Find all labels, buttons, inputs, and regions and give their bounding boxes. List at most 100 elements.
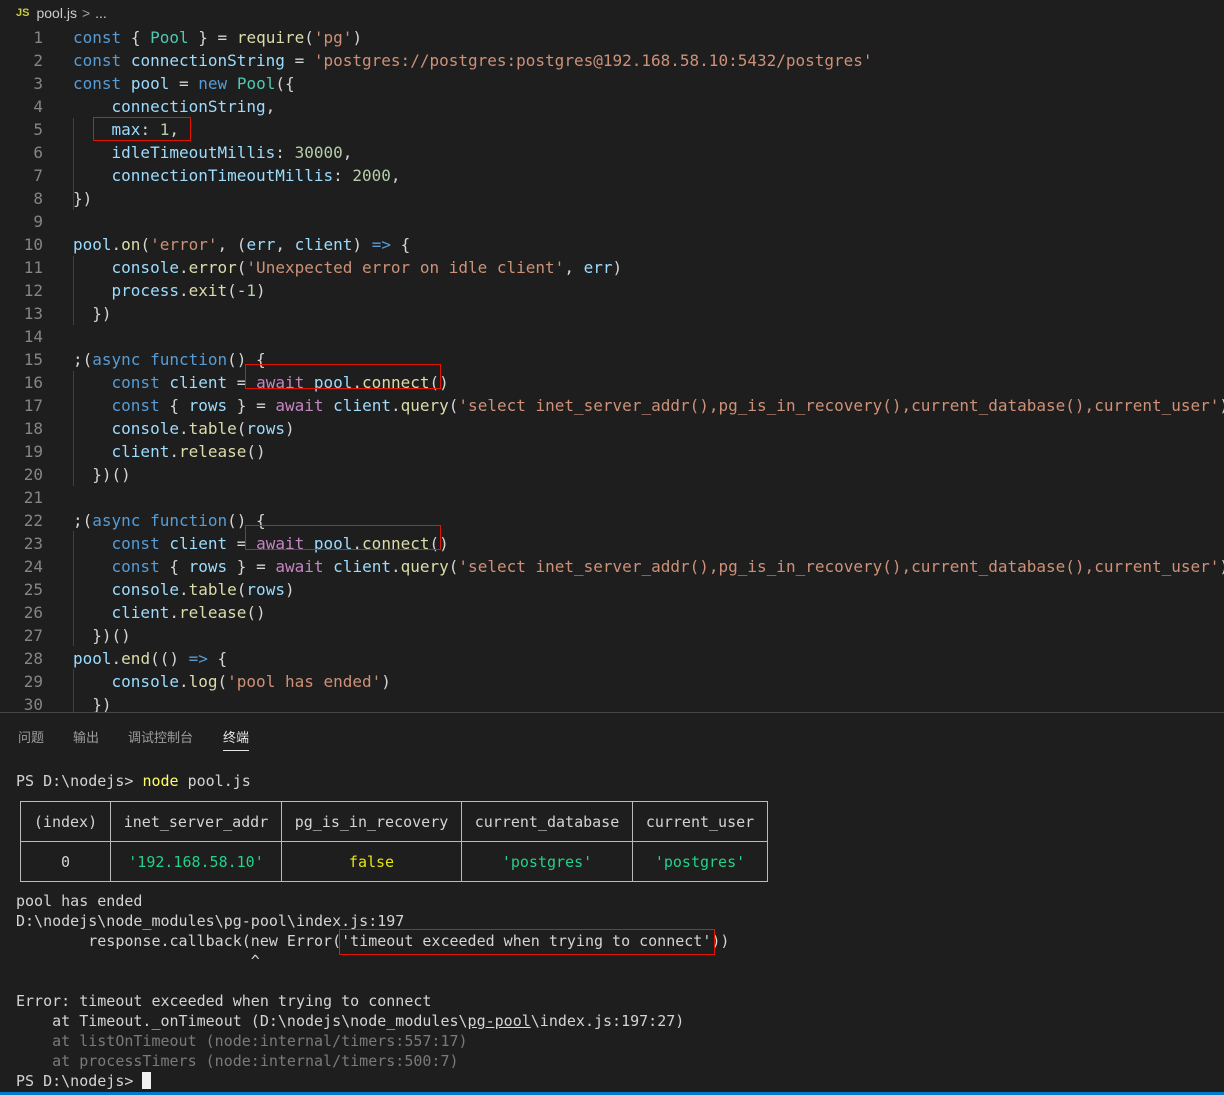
code-token: pool	[73, 235, 112, 254]
code-token: ()	[227, 350, 247, 369]
code-token: Pool	[236, 74, 276, 93]
code-token: ,	[217, 235, 228, 254]
code-token: {	[169, 396, 179, 415]
stack-link[interactable]: pg-pool	[468, 1012, 531, 1030]
code-token: 'postgres://postgres:postgres@192.168.58…	[313, 51, 873, 70]
code-token: )	[381, 672, 391, 691]
code-token: )	[256, 281, 266, 300]
breadcrumb-trail[interactable]: ...	[95, 5, 107, 21]
terminal-output-pool-ended: pool has ended	[16, 892, 143, 910]
code-token: client	[333, 396, 391, 415]
terminal-text: ))	[711, 932, 730, 950]
code-token: =	[217, 28, 228, 47]
line-number: 21	[0, 486, 1224, 509]
code-token: (	[448, 557, 459, 576]
code-token: =>	[188, 649, 208, 668]
code-line-13: })	[0, 302, 1224, 325]
table-cell: 0	[20, 841, 111, 882]
code-token: })()	[92, 465, 131, 484]
tab-terminal[interactable]: 终端	[223, 727, 250, 751]
table-header-row: (index) inet_server_addr pg_is_in_recove…	[20, 801, 768, 842]
code-token: 'select inet_server_addr(),pg_is_in_reco…	[458, 396, 1220, 415]
code-line-18: console.table(rows)	[0, 417, 1224, 440]
code-token: client	[111, 442, 170, 461]
code-token: .	[178, 419, 189, 438]
breadcrumb-file[interactable]: pool.js	[36, 5, 76, 21]
tab-output[interactable]: 输出	[73, 727, 99, 746]
code-token: 'select inet_server_addr(),pg_is_in_reco…	[458, 557, 1220, 576]
code-token: )	[352, 28, 363, 47]
code-editor[interactable]: 1 2 3 4 5 6 7 8 9 10 11 12 13 14 15 16 17 18 19 20 21 22 23 24 2…	[0, 26, 1224, 712]
code-token: query	[400, 557, 449, 576]
code-token: 'error'	[150, 235, 218, 254]
tab-problems[interactable]: 问题	[18, 727, 44, 746]
code-token: =	[256, 396, 266, 415]
code-token: client	[169, 373, 228, 392]
code-token: =	[256, 557, 266, 576]
code-token: ()	[429, 534, 449, 553]
code-token: .	[111, 649, 122, 668]
code-token: 30000	[294, 143, 343, 162]
code-line-5: max: 1,	[0, 118, 1224, 141]
code-token: pool	[313, 534, 353, 553]
code-line-7: connectionTimeoutMillis: 2000,	[0, 164, 1224, 187]
code-token: )	[1219, 557, 1224, 576]
code-token: .	[352, 534, 363, 553]
code-token: .	[169, 603, 179, 622]
line-number: 14	[0, 325, 1224, 348]
code-token: =	[236, 373, 247, 392]
terminal-command-args: pool.js	[178, 772, 251, 790]
table-cell: '192.168.58.10'	[110, 841, 282, 882]
code-token: .	[390, 557, 401, 576]
code-token: console	[111, 580, 179, 599]
code-token: 'pool has ended'	[227, 672, 382, 691]
terminal-stack-line: at processTimers (node:internal/timers:5…	[16, 1052, 459, 1070]
code-line-28: pool.end(() => {	[0, 647, 1224, 670]
code-token: connectionString	[130, 51, 285, 70]
code-token: {	[400, 235, 411, 254]
code-token: const	[73, 28, 122, 47]
code-token: client	[111, 603, 170, 622]
code-line-6: idleTimeoutMillis: 30000,	[0, 141, 1224, 164]
code-token: )	[169, 649, 179, 668]
code-line-16: const client = await pool.connect()	[0, 371, 1224, 394]
tab-debug-console[interactable]: 调试控制台	[128, 727, 193, 746]
code-line-1: const { Pool } = require('pg')	[0, 26, 1224, 49]
code-token: {	[256, 511, 266, 530]
code-token: const	[111, 557, 160, 576]
code-token: Pool	[150, 28, 189, 47]
code-token: )	[1219, 396, 1224, 415]
terminal-input-line[interactable]: PS D:\nodejs>	[16, 1071, 1216, 1091]
terminal-text: \index.js:197:27)	[530, 1012, 685, 1030]
code-line-10: pool.on('error', (err, client) => {	[0, 233, 1224, 256]
code-token: .	[178, 672, 189, 691]
table-row: 0 '192.168.58.10' false 'postgres' 'post…	[20, 841, 768, 882]
code-token: (-	[227, 281, 247, 300]
code-token: err	[583, 258, 613, 277]
code-token: const	[73, 74, 122, 93]
code-token: ()	[429, 373, 449, 392]
code-token: ,	[275, 235, 285, 254]
chevron-right-icon: >	[81, 5, 91, 21]
code-token: })	[92, 304, 112, 323]
code-token: async	[92, 350, 141, 369]
code-token: (	[140, 235, 151, 254]
code-token: )	[284, 419, 295, 438]
code-token: require	[236, 28, 305, 47]
code-token: ({	[275, 74, 295, 93]
bottom-panel: 问题 输出 调试控制台 终端 PS D:\nodejs> node pool.j…	[0, 712, 1224, 1095]
code-token: (	[236, 580, 247, 599]
code-token: (	[236, 419, 247, 438]
code-token: query	[400, 396, 449, 415]
code-token: await	[275, 396, 324, 415]
code-token: ,	[169, 120, 179, 139]
code-token: connectionTimeoutMillis	[111, 166, 334, 185]
code-token: :	[140, 120, 151, 139]
code-token: rows	[246, 419, 285, 438]
code-token: )	[612, 258, 623, 277]
code-token: new	[198, 74, 228, 93]
code-token: =	[178, 74, 189, 93]
code-token: error	[188, 258, 237, 277]
code-token: const	[111, 373, 160, 392]
code-token: ;(	[73, 511, 93, 530]
